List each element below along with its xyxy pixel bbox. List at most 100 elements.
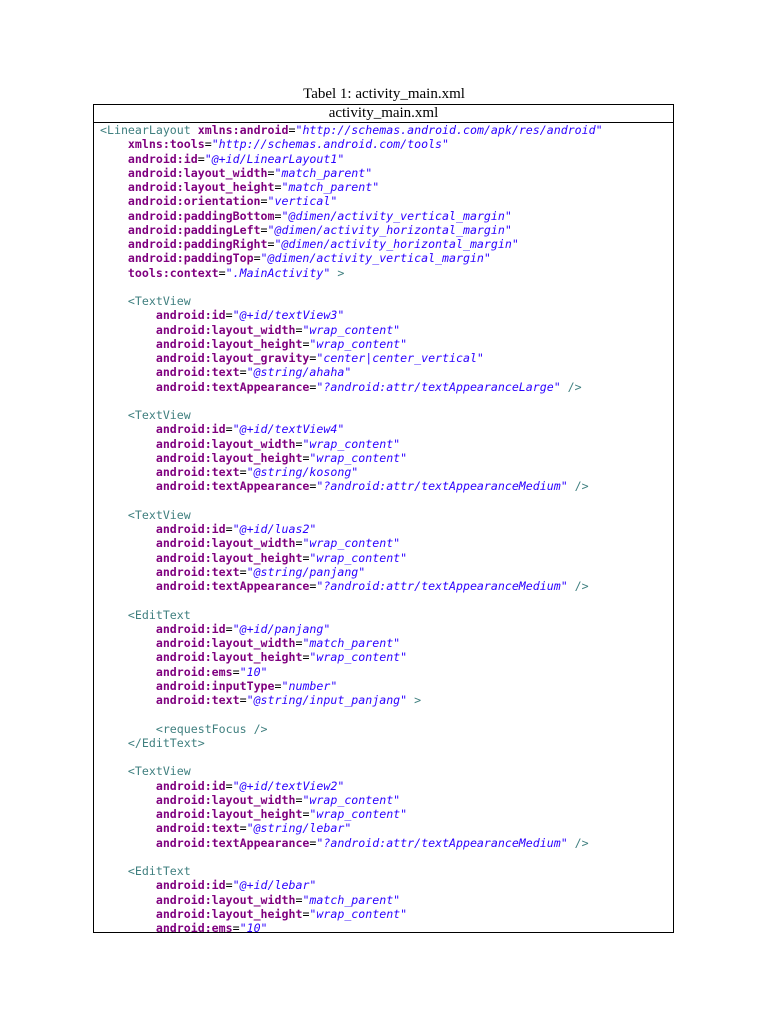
code-token-attr: tools:context	[127, 265, 219, 280]
code-line: <TextView	[100, 508, 603, 522]
code-token-attr: android:textAppearance	[155, 579, 310, 593]
table-caption: Tabel 1: activity_main.xml	[303, 86, 465, 102]
code-token-attr: android:layout_height	[155, 550, 303, 565]
code-token-tag: <TextView	[127, 507, 191, 522]
code-line: android:text="@string/input_panjang" >	[100, 693, 603, 707]
code-line: android:id="@+id/textView3"	[100, 308, 603, 322]
code-token-val: "match_parent"	[281, 180, 380, 194]
code-token-val: "http://schemas.android.com/apk/res/andr…	[295, 123, 603, 137]
code-token-val: "?android:attr/textAppearanceLarge"	[316, 379, 561, 394]
code-token-attr: android:text	[155, 821, 240, 836]
code-token-val: "@string/input_panjang"	[246, 693, 408, 707]
code-token-val: "@dimen/activity_vertical_margin"	[281, 208, 512, 223]
code-token-attr: android:layout_width	[155, 536, 296, 551]
code-token-val: "@dimen/activity_horizontal_margin"	[267, 222, 512, 237]
code-token-plain: =	[239, 693, 247, 707]
code-token-plain: =	[239, 465, 247, 479]
code-token-tag: >	[407, 693, 422, 707]
code-line: android:text="@string/panjang"	[100, 565, 603, 579]
code-token-val: "@+id/textView2"	[232, 778, 345, 793]
code-line: <TextView	[100, 408, 603, 422]
code-token-val: "wrap_content"	[309, 650, 408, 665]
code-token-plain: =	[225, 308, 233, 323]
code-token-plain: =	[225, 522, 233, 536]
code-token-tag: />	[567, 579, 589, 593]
code-line: android:orientation="vertical"	[100, 194, 603, 208]
code-token-attr: android:id	[127, 151, 198, 166]
code-line: <requestFocus />	[100, 722, 603, 736]
code-line: android:layout_height="wrap_content"	[100, 907, 603, 921]
code-token-val: "center|center_vertical"	[316, 351, 484, 365]
code-token-val: "@string/kosong"	[246, 465, 359, 479]
code-token-val: "wrap_content"	[309, 550, 408, 565]
code-token-attr: android:layout_width	[155, 436, 296, 451]
code-token-val: "wrap_content"	[309, 807, 408, 821]
code-line: <LinearLayout xmlns:android="http://sche…	[100, 123, 603, 137]
code-token-val: "@dimen/activity_vertical_margin"	[260, 251, 491, 266]
code-token-val: "10"	[239, 664, 268, 679]
code-token-plain: =	[274, 180, 282, 194]
code-token-tag: />	[560, 379, 582, 394]
code-token-plain: =	[239, 821, 247, 836]
code-token-plain: =	[267, 165, 275, 180]
code-token-plain: =	[218, 265, 226, 280]
code-token-plain: =	[239, 564, 247, 579]
code-token-plain: =	[260, 222, 268, 237]
code-token-attr: android:id	[155, 422, 226, 437]
code-line: android:layout_height="wrap_content"	[100, 807, 603, 821]
code-table: activity_main.xml <LinearLayout xmlns:an…	[93, 104, 674, 935]
code-token-val: "wrap_content"	[302, 536, 401, 551]
code-line: android:ems="10"	[100, 665, 603, 679]
code-token-tag: <requestFocus />	[155, 721, 268, 736]
code-token-plain: =	[232, 921, 240, 935]
code-token-val: "@+id/panjang"	[232, 621, 331, 636]
code-line: <EditText	[100, 608, 603, 622]
code-line: xmlns:tools="http://schemas.android.com/…	[100, 137, 603, 151]
code-line: android:textAppearance="?android:attr/te…	[100, 479, 603, 493]
code-token-tag: <EditText	[127, 607, 191, 622]
code-token-val: "?android:attr/textAppearanceMedium"	[316, 579, 568, 593]
code-token-plain: =	[225, 878, 233, 893]
code-line: <TextView	[100, 764, 603, 778]
code-line: android:layout_width="match_parent"	[100, 893, 603, 907]
code-block: <LinearLayout xmlns:android="http://sche…	[100, 123, 603, 935]
code-token-plain: =	[267, 237, 275, 251]
code-token-val: "match_parent"	[302, 892, 401, 907]
code-line: android:paddingTop="@dimen/activity_vert…	[100, 251, 603, 265]
code-line: android:layout_gravity="center|center_ve…	[100, 351, 603, 365]
code-token-attr: android:layout_width	[155, 792, 296, 807]
code-token-tag: >	[330, 265, 345, 280]
code-token-val: "@+id/luas2"	[232, 522, 317, 536]
code-token-val: "wrap_content"	[309, 336, 408, 351]
code-token-val: "vertical"	[267, 194, 338, 209]
code-line: android:layout_width="match_parent"	[100, 166, 603, 180]
code-token-val: "@dimen/activity_horizontal_margin"	[274, 237, 519, 251]
code-token-attr: android:paddingBottom	[127, 208, 275, 223]
code-token-plain: =	[225, 621, 233, 636]
code-line: android:layout_height="wrap_content"	[100, 650, 603, 664]
code-token-val: "?android:attr/textAppearanceMedium"	[316, 479, 568, 494]
code-token-attr: android:paddingTop	[127, 251, 254, 266]
code-token-attr: android:layout_width	[127, 165, 268, 180]
code-token-val: "?android:attr/textAppearanceMedium"	[316, 835, 568, 850]
code-token-attr: android:textAppearance	[155, 835, 310, 850]
code-token-val: ".MainActivity"	[225, 265, 331, 280]
code-token-attr: android:orientation	[127, 194, 261, 209]
code-token-val: "@string/panjang"	[246, 564, 366, 579]
code-token-tag: <TextView	[127, 294, 191, 308]
code-token-attr: android:text	[155, 465, 240, 479]
code-token-attr: android:layout_height	[127, 180, 275, 194]
code-line: <TextView	[100, 294, 603, 308]
code-line: android:id="@+id/luas2"	[100, 522, 603, 536]
code-token-val: "wrap_content"	[302, 322, 401, 337]
code-token-plain: =	[274, 678, 282, 693]
code-line: android:layout_width="match_parent"	[100, 636, 603, 650]
code-line: android:layout_width="wrap_content"	[100, 437, 603, 451]
code-token-tag: />	[567, 479, 589, 494]
code-line: android:text="@string/lebar"	[100, 821, 603, 835]
code-line: android:id="@+id/lebar"	[100, 878, 603, 892]
code-line: android:layout_height="wrap_content"	[100, 451, 603, 465]
code-token-val: "number"	[281, 678, 338, 693]
code-line: android:id="@+id/textView2"	[100, 779, 603, 793]
